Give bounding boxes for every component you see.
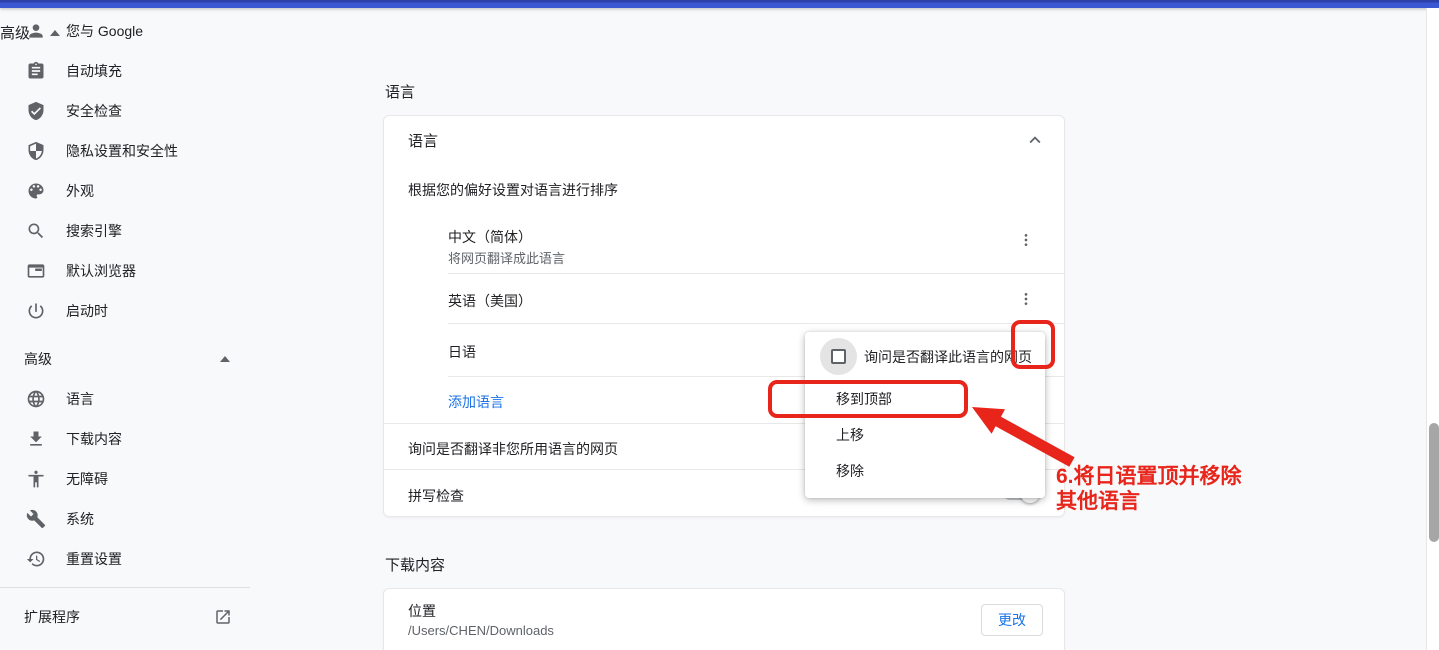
advanced-section-toggle[interactable]: 高级 xyxy=(0,22,60,43)
kebab-menu-icon[interactable] xyxy=(1010,224,1042,256)
top-blue-bar xyxy=(0,0,1439,8)
autofill-icon xyxy=(26,61,46,81)
language-row-english: 英语（美国） xyxy=(384,273,1064,323)
sidebar-item-system[interactable]: 系统 xyxy=(0,499,250,539)
annotation-note: 6.将日语置顶并移除 其他语言 xyxy=(1056,464,1242,514)
language-row-chinese: 中文（简体） 将网页翻译成此语言 xyxy=(384,211,1064,273)
wrench-icon xyxy=(26,509,46,529)
power-icon xyxy=(26,301,46,321)
scrollbar-thumb[interactable] xyxy=(1429,423,1439,542)
sidebar-item-label: 搜索引擎 xyxy=(66,221,122,241)
downloads-card: 位置 /Users/CHEN/Downloads 更改 xyxy=(383,588,1065,650)
download-location-value: /Users/CHEN/Downloads xyxy=(408,623,554,638)
open-in-new-icon xyxy=(214,608,232,626)
sidebar-item-accessibility[interactable]: 无障碍 xyxy=(0,459,250,499)
browser-icon xyxy=(26,261,46,281)
download-location-label: 位置 xyxy=(408,601,436,621)
sidebar-item-languages[interactable]: 语言 xyxy=(0,379,250,419)
sidebar-item-downloads[interactable]: 下载内容 xyxy=(0,419,250,459)
sidebar-advanced-toggle[interactable]: 高级 xyxy=(0,339,250,379)
language-card-title: 语言 xyxy=(408,130,438,151)
menu-item-remove[interactable]: 移除 xyxy=(805,453,1045,489)
sidebar-item-label: 系统 xyxy=(66,509,94,529)
kebab-menu-icon[interactable] xyxy=(1010,283,1042,315)
sidebar-item-safety-check[interactable]: 安全检查 xyxy=(0,91,250,131)
reset-icon xyxy=(26,549,46,569)
add-language-link[interactable]: 添加语言 xyxy=(448,392,504,412)
sidebar-item-label: 自动填充 xyxy=(66,61,122,81)
sidebar-item-label: 安全检查 xyxy=(66,101,122,121)
sidebar-item-reset-settings[interactable]: 重置设置 xyxy=(0,539,250,579)
sidebar-item-label: 无障碍 xyxy=(66,469,108,489)
change-location-button[interactable]: 更改 xyxy=(981,604,1043,636)
sidebar-item-default-browser[interactable]: 默认浏览器 xyxy=(0,251,250,291)
sidebar-item-label: 启动时 xyxy=(66,301,108,321)
sidebar-item-privacy-security[interactable]: 隐私设置和安全性 xyxy=(0,131,250,171)
sidebar-item-label: 下载内容 xyxy=(66,429,122,449)
chevron-up-icon xyxy=(50,30,60,36)
accessibility-icon xyxy=(26,469,46,489)
sidebar-item-label: 您与 Google xyxy=(66,21,143,41)
menu-item-move-to-top[interactable]: 移到顶部 xyxy=(805,381,1045,417)
language-sort-hint: 根据您的偏好设置对语言进行排序 xyxy=(408,180,618,200)
languages-section-title: 语言 xyxy=(385,81,415,102)
sidebar-item-appearance[interactable]: 外观 xyxy=(0,171,250,211)
language-card-header[interactable]: 语言 xyxy=(384,116,1064,164)
sidebar-item-extensions[interactable]: 扩展程序 xyxy=(0,597,250,637)
language-options-menu: 询问是否翻译此语言的网页 移到顶部 上移 移除 xyxy=(805,332,1045,498)
sidebar-item-label: 外观 xyxy=(66,181,94,201)
downloads-section-title: 下载内容 xyxy=(385,554,445,575)
palette-icon xyxy=(26,181,46,201)
safety-check-icon xyxy=(26,101,46,121)
sidebar-item-search-engine[interactable]: 搜索引擎 xyxy=(0,211,250,251)
chevron-up-icon xyxy=(220,356,230,362)
download-icon xyxy=(26,429,46,449)
scrollbar-track[interactable] xyxy=(1426,8,1439,650)
offer-translate-this-language-option[interactable]: 询问是否翻译此语言的网页 xyxy=(805,332,1045,381)
collapse-chevron-icon xyxy=(1024,129,1046,151)
sidebar-item-label: 默认浏览器 xyxy=(66,261,136,281)
sidebar-item-autofill[interactable]: 自动填充 xyxy=(0,51,250,91)
sidebar-divider xyxy=(0,587,250,588)
sidebar-item-label: 隐私设置和安全性 xyxy=(66,141,178,161)
checkbox-ripple xyxy=(820,338,857,375)
menu-item-move-up[interactable]: 上移 xyxy=(805,417,1045,453)
sidebar-item-label: 语言 xyxy=(66,389,94,409)
globe-icon xyxy=(26,389,46,409)
sidebar-item-label: 重置设置 xyxy=(66,549,122,569)
sidebar-item-on-startup[interactable]: 启动时 xyxy=(0,291,250,331)
privacy-shield-icon xyxy=(26,141,46,161)
chrome-settings-page: 您与 Google 自动填充 安全检查 隐私设置和安全性 外观 搜索引擎 默认浏… xyxy=(0,0,1439,650)
checkbox-icon[interactable] xyxy=(831,349,846,364)
search-icon xyxy=(26,221,46,241)
settings-sidebar: 您与 Google 自动填充 安全检查 隐私设置和安全性 外观 搜索引擎 默认浏… xyxy=(0,8,250,650)
